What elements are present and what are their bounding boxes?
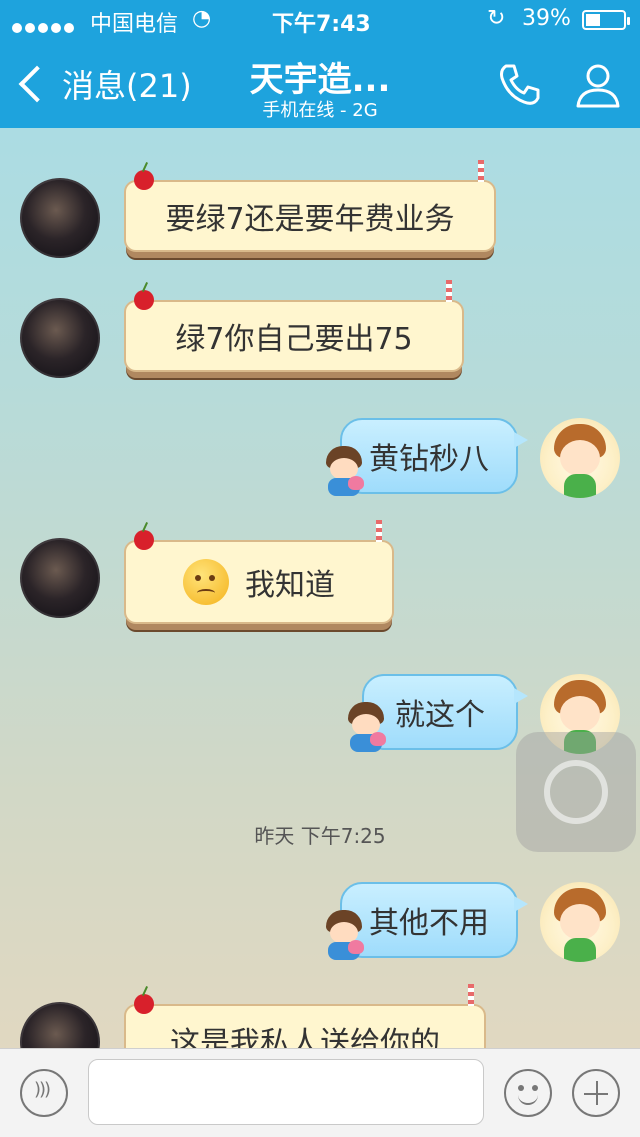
cherry-icon (134, 290, 154, 310)
contact-avatar[interactable] (20, 1002, 100, 1048)
battery-icon (582, 10, 630, 30)
message-bubble-received[interactable]: 绿7你自己要出75 (124, 280, 464, 372)
back-label: 消息(21) (62, 67, 192, 105)
phone-icon[interactable] (494, 60, 544, 110)
candle-icon (478, 160, 484, 182)
chevron-left-icon (18, 65, 56, 103)
message-text: 我知道 (245, 568, 335, 603)
cherry-icon (134, 530, 154, 550)
worried-face-emoji-icon (183, 559, 229, 605)
my-avatar[interactable] (540, 418, 620, 498)
message-bubble-sent[interactable]: 其他不用 (340, 882, 528, 958)
message-bubble-received[interactable]: 要绿7还是要年费业务 (124, 160, 496, 252)
contact-icon[interactable] (573, 60, 623, 110)
cherry-icon (134, 994, 154, 1014)
my-avatar[interactable] (540, 882, 620, 962)
carrier-name: 中国电信 (90, 12, 179, 37)
message-text: 其他不用 (369, 906, 489, 941)
chat-title[interactable]: 天宇造... (200, 52, 440, 101)
wifi-icon: ◔ (192, 6, 212, 31)
candle-icon (446, 280, 452, 302)
message-bubble-sent[interactable]: 黄钻秒八 (340, 418, 528, 494)
message-text: 要绿7还是要年费业务 (165, 202, 455, 237)
voice-input-button[interactable] (20, 1069, 68, 1117)
assistive-touch-button[interactable] (516, 732, 636, 852)
top-bar: 中国电信 ◔ 下午7:43 ↻ 39% 消息(21) 天宇造... 手机在线 -… (0, 0, 640, 128)
message-bubble-received[interactable]: 我知道 (124, 520, 394, 624)
bubble-sticker-icon (322, 446, 366, 496)
clock: 下午7:43 (272, 12, 371, 37)
emoji-button[interactable] (504, 1069, 552, 1117)
message-text: 就这个 (395, 698, 485, 733)
bubble-sticker-icon (344, 702, 388, 752)
rotation-lock-icon: ↻ (487, 6, 506, 31)
back-button[interactable]: 消息(21) (14, 58, 192, 110)
more-options-button[interactable] (572, 1069, 620, 1117)
battery-percentage: 39% (522, 6, 571, 31)
message-input[interactable] (88, 1059, 484, 1125)
message-text: 这是我私人送给你的 (170, 1026, 440, 1048)
bubble-sticker-icon (322, 910, 366, 960)
candle-icon (468, 984, 474, 1006)
contact-avatar[interactable] (20, 538, 100, 618)
message-text: 绿7你自己要出75 (175, 322, 413, 357)
assistive-touch-icon (544, 760, 608, 824)
candle-icon (376, 520, 382, 542)
signal-strength-icon (12, 14, 77, 39)
chat-subtitle: 手机在线 - 2G (262, 100, 378, 121)
message-bubble-received[interactable]: 这是我私人送给你的 (124, 984, 486, 1048)
contact-avatar[interactable] (20, 178, 100, 258)
cherry-icon (134, 170, 154, 190)
status-bar: 中国电信 ◔ 下午7:43 ↻ 39% (0, 0, 640, 40)
contact-avatar[interactable] (20, 298, 100, 378)
chat-area[interactable]: 要绿7还是要年费业务 绿7你自己要出75 黄钻秒八 我知道 就这个 昨天 下午7… (0, 128, 640, 1048)
input-bar (0, 1048, 640, 1137)
message-text: 黄钻秒八 (369, 442, 489, 477)
